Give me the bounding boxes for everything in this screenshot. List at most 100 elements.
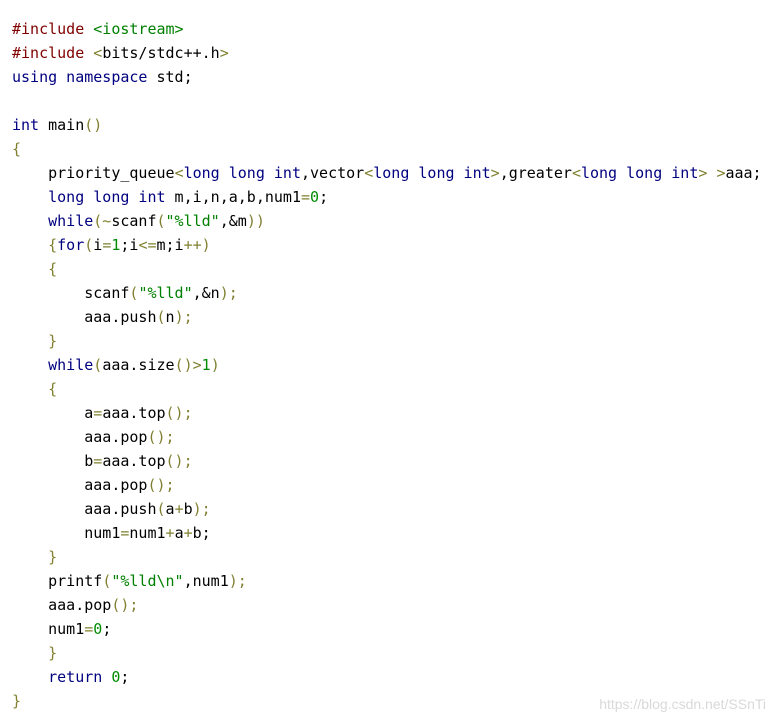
code-token-bracket: ( xyxy=(156,500,166,518)
code-line: num1=0; xyxy=(12,617,762,641)
code-token-operator: + xyxy=(183,524,193,542)
code-token-bracket: ( xyxy=(156,212,166,230)
code-token-operator: < xyxy=(93,44,103,62)
code-token-bracket: { xyxy=(12,380,58,398)
code-token-default: aaa.pop xyxy=(12,476,148,494)
code-line: int main() xyxy=(12,113,762,137)
code-token-default: num1 xyxy=(129,524,166,542)
code-token-default: b xyxy=(12,452,94,470)
code-token-default: aaa.top xyxy=(102,452,166,470)
code-token-operator: = xyxy=(301,188,311,206)
code-token-default: ; xyxy=(102,620,112,638)
code-token-string: "%lld" xyxy=(165,212,220,230)
code-token-default: a xyxy=(165,500,175,518)
code-token-default: aaa.size xyxy=(102,356,175,374)
watermark-text: https://blog.csdn.net/SSnTi xyxy=(599,696,766,712)
code-line: while(aaa.size()>1) xyxy=(12,353,762,377)
code-token-keyword: while xyxy=(12,212,94,230)
code-token-default: a xyxy=(174,524,184,542)
code-token-bracket: } xyxy=(12,332,58,350)
code-line: while(~scanf("%lld",&m)) xyxy=(12,209,762,233)
code-token-keyword: for xyxy=(57,236,85,254)
code-line: {for(i=1;i<=m;i++) xyxy=(12,233,762,257)
code-token-default: m,i,n,a,b,num1 xyxy=(165,188,301,206)
code-token-operator: + xyxy=(165,524,175,542)
code-line: long long int m,i,n,a,b,num1=0; xyxy=(12,185,762,209)
code-token-default: ,num1 xyxy=(183,572,229,590)
code-token-default: num1 xyxy=(12,524,121,542)
code-token-bracket: } xyxy=(12,692,22,710)
code-token-bracket: () xyxy=(84,116,103,134)
code-line: a=aaa.top(); xyxy=(12,401,762,425)
code-line: aaa.pop(); xyxy=(12,473,762,497)
code-token-operator: (~ xyxy=(93,212,112,230)
code-token-default: ,vector xyxy=(301,164,365,182)
code-token-default: bits/stdc++.h xyxy=(102,44,220,62)
code-token-default: scanf xyxy=(12,284,130,302)
code-token-default: ;i xyxy=(120,236,139,254)
code-line: aaa.pop(); xyxy=(12,425,762,449)
code-token-default: b xyxy=(183,500,193,518)
code-token-bracket: ); xyxy=(192,500,211,518)
code-line: } xyxy=(12,329,762,353)
code-token-bracket: (); xyxy=(165,452,193,470)
code-token-operator: = xyxy=(102,236,112,254)
code-token-operator: = xyxy=(84,620,94,638)
code-token-number: 0 xyxy=(310,188,320,206)
code-line: aaa.push(a+b); xyxy=(12,497,762,521)
code-token-preprocessor: #include xyxy=(12,44,94,62)
code-token-default: aaa.pop xyxy=(12,428,148,446)
code-token-bracket: ) xyxy=(210,356,220,374)
code-token-string: <iostream> xyxy=(93,20,184,38)
code-line: #include <bits/stdc++.h> xyxy=(12,41,762,65)
code-token-bracket: ( xyxy=(102,572,112,590)
code-token-bracket: { xyxy=(12,140,22,158)
code-token-operator: = xyxy=(93,452,103,470)
code-token-default: ; xyxy=(319,188,329,206)
code-token-default: n xyxy=(165,308,175,326)
code-token-default: a xyxy=(12,404,94,422)
code-token-bracket: ); xyxy=(228,572,247,590)
code-token-keyword: int xyxy=(12,116,40,134)
code-token-bracket: (); xyxy=(111,596,139,614)
code-token-default: std; xyxy=(147,68,193,86)
code-token-keyword: long long int xyxy=(183,164,301,182)
code-token-default: priority_queue xyxy=(12,164,175,182)
code-block: #include <iostream> #include <bits/stdc++… xyxy=(12,17,762,713)
code-token-default: ,&n xyxy=(192,284,220,302)
code-token-operator: + xyxy=(174,500,184,518)
code-token-bracket: ( xyxy=(156,308,166,326)
code-token-operator: > xyxy=(192,356,202,374)
code-token-default: b; xyxy=(192,524,211,542)
code-token-bracket: } xyxy=(12,644,58,662)
code-token-default: main xyxy=(39,116,85,134)
code-line: { xyxy=(12,137,762,161)
code-line: { xyxy=(12,377,762,401)
code-token-operator: ++ xyxy=(183,236,202,254)
code-token-default: aaa.push xyxy=(12,500,157,518)
code-token-bracket: () xyxy=(174,356,193,374)
code-line: } xyxy=(12,641,762,665)
code-line: aaa.push(n); xyxy=(12,305,762,329)
code-token-number: 0 xyxy=(93,620,103,638)
code-token-default: i xyxy=(93,236,103,254)
code-line: #include <iostream> xyxy=(12,17,762,41)
code-token-bracket: ( xyxy=(84,236,94,254)
code-token-bracket: ( xyxy=(93,356,103,374)
code-token-default: scanf xyxy=(111,212,157,230)
code-line: num1=num1+a+b; xyxy=(12,521,762,545)
code-line: scanf("%lld",&n); xyxy=(12,281,762,305)
code-token-operator: > xyxy=(490,164,500,182)
code-token-keyword: return xyxy=(12,668,103,686)
code-token-default: num1 xyxy=(12,620,85,638)
code-token-operator: <= xyxy=(138,236,157,254)
code-line: aaa.pop(); xyxy=(12,593,762,617)
code-token-bracket: (); xyxy=(165,404,193,422)
code-token-bracket: ); xyxy=(219,284,238,302)
code-line: priority_queue<long long int,vector<long… xyxy=(12,161,761,185)
code-line: } xyxy=(12,545,762,569)
code-token-bracket: (); xyxy=(147,476,175,494)
code-token-bracket: { xyxy=(12,236,58,254)
code-token-keyword: long long int xyxy=(373,164,491,182)
code-token-operator: < xyxy=(571,164,581,182)
